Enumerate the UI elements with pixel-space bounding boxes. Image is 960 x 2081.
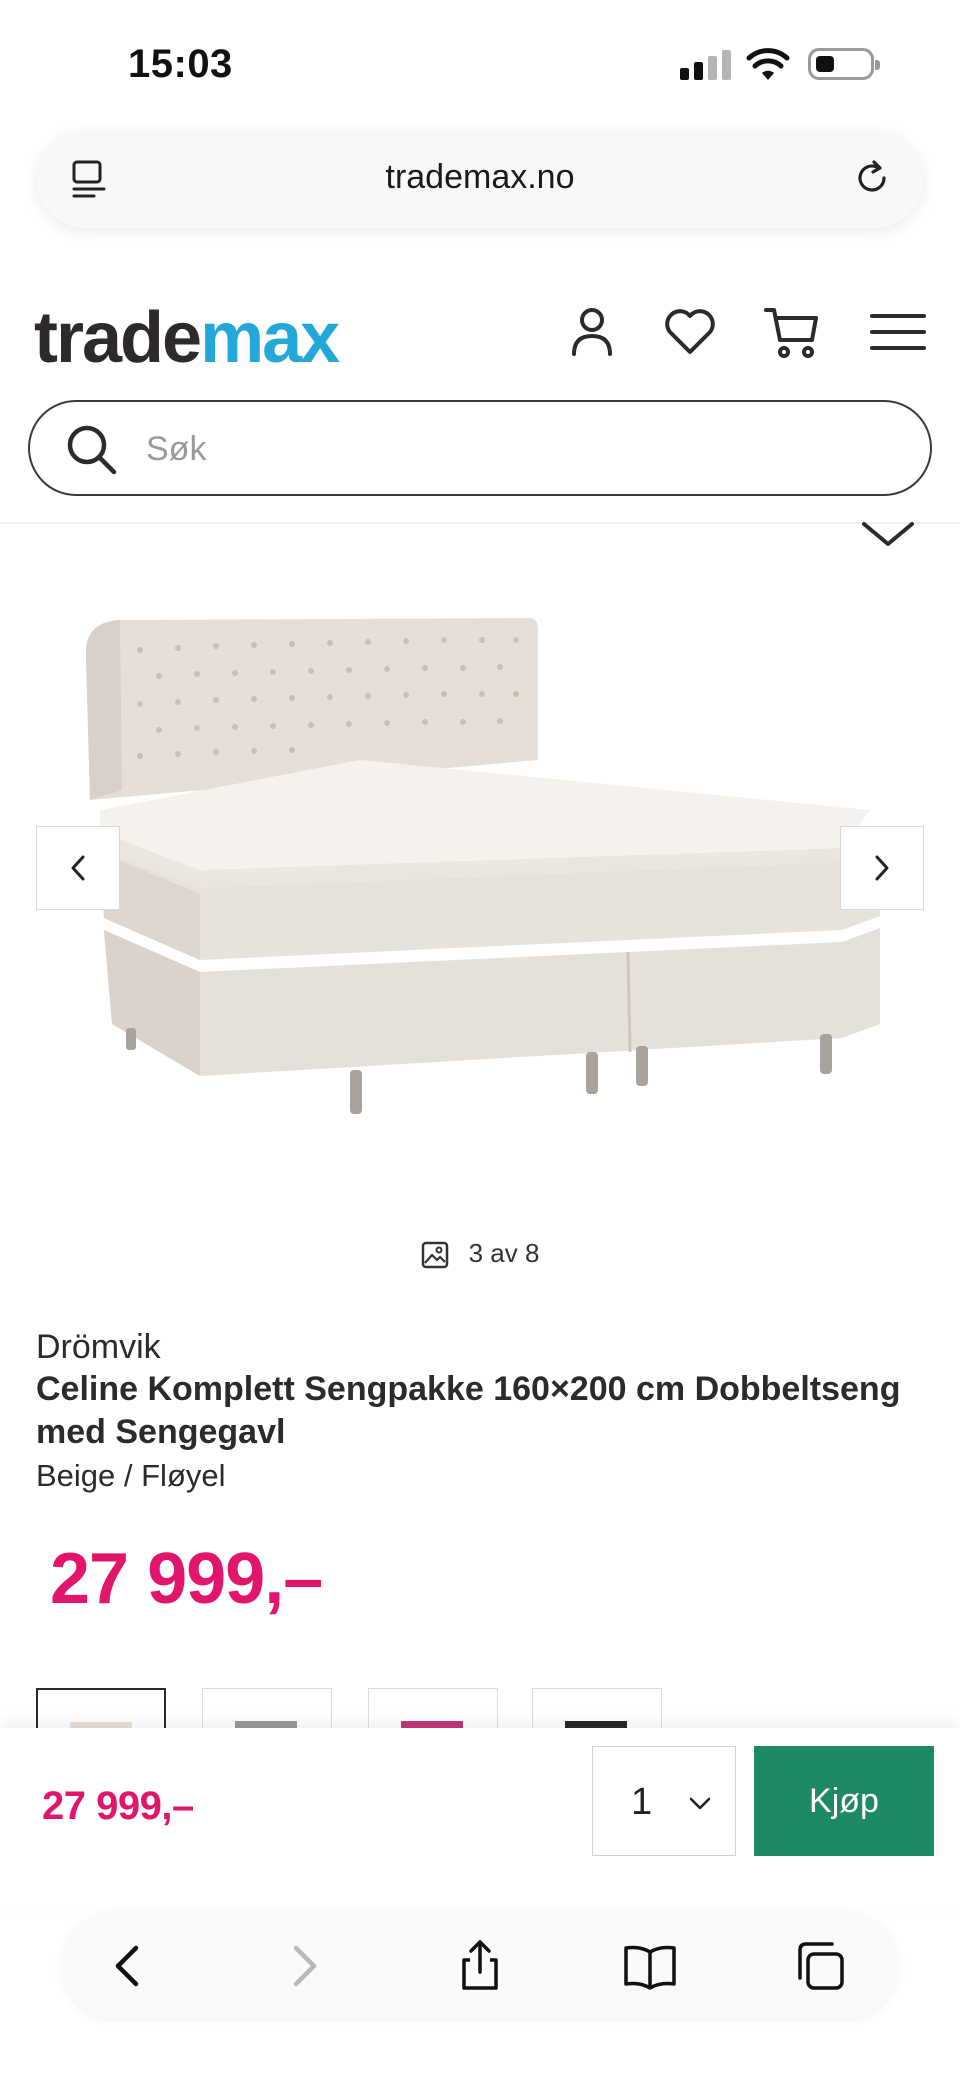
gallery-counter: 3 av 8 <box>0 1238 960 1269</box>
buy-button[interactable]: Kjøp <box>754 1746 934 1856</box>
product-price: 27 999,– <box>50 1539 323 1619</box>
bookmarks-icon[interactable] <box>622 1938 678 1994</box>
quantity-select[interactable]: 1 <box>592 1746 736 1856</box>
site-header: trademax <box>0 280 960 520</box>
product-title: Celine Komplett Sengpakke 160×200 cm Dob… <box>36 1370 901 1451</box>
wifi-icon <box>746 48 790 80</box>
back-icon[interactable] <box>102 1938 158 1994</box>
header-divider <box>0 522 960 524</box>
browser-toolbar <box>62 1912 898 2018</box>
tabs-icon[interactable] <box>792 1938 848 1994</box>
search-box[interactable] <box>28 400 932 496</box>
heart-icon[interactable] <box>660 302 720 362</box>
trademax-logo[interactable]: trademax <box>34 302 340 374</box>
gallery-counter-text: 3 av 8 <box>468 1238 540 1268</box>
chevron-down-icon <box>689 1797 711 1810</box>
reload-icon[interactable] <box>850 156 894 200</box>
image-icon <box>421 1241 448 1269</box>
sticky-buy-bar: 27 999,– 1 Kjøp <box>0 1728 960 1908</box>
signal-icon <box>680 50 732 80</box>
chevron-left-icon <box>71 855 85 881</box>
buy-bar-price: 27 999,– <box>42 1784 194 1828</box>
chevron-down-icon[interactable] <box>858 516 918 556</box>
gallery-next-button[interactable] <box>840 826 924 910</box>
url-text[interactable]: trademax.no <box>36 158 924 197</box>
product-variant: Beige / Fløyel <box>36 1458 226 1493</box>
search-icon <box>67 425 117 475</box>
quantity-value: 1 <box>631 1781 653 1823</box>
product-gallery[interactable] <box>0 560 960 1200</box>
search-input[interactable] <box>146 424 886 474</box>
user-icon[interactable] <box>562 302 622 362</box>
gallery-prev-button[interactable] <box>36 826 120 910</box>
product-image[interactable] <box>60 600 900 1160</box>
share-icon[interactable] <box>452 1938 508 1994</box>
url-bar[interactable]: trademax.no <box>36 130 924 228</box>
menu-icon[interactable] <box>868 302 928 362</box>
chevron-right-icon <box>875 855 889 881</box>
status-bar: 15:03 <box>0 0 960 120</box>
cart-icon[interactable] <box>762 302 822 362</box>
forward-icon[interactable] <box>274 1938 330 1994</box>
status-time: 15:03 <box>128 42 233 86</box>
battery-icon <box>808 48 880 80</box>
product-brand[interactable]: Drömvik <box>36 1328 161 1367</box>
